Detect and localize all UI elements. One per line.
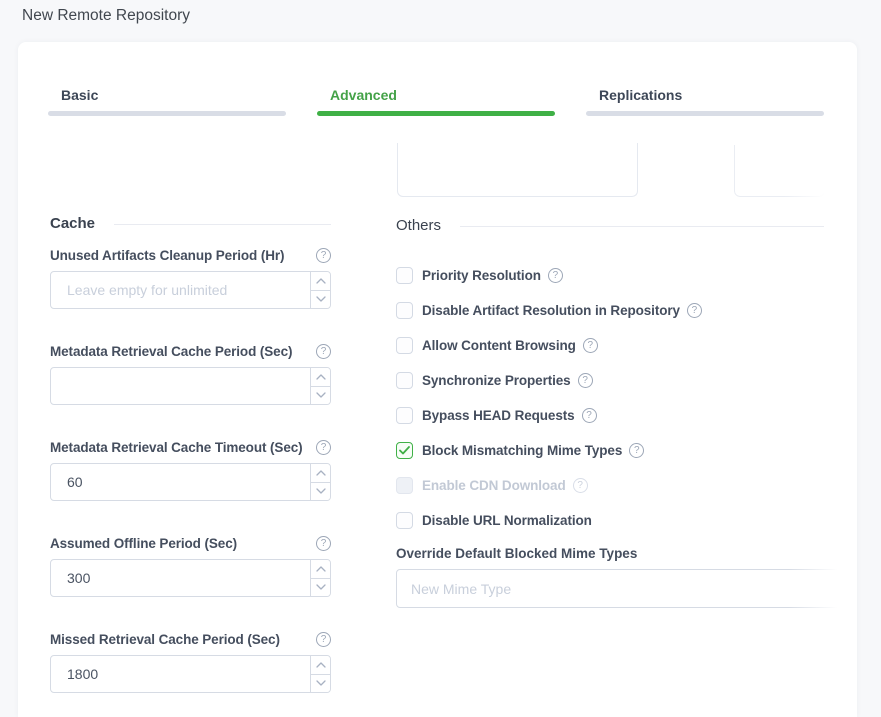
help-icon[interactable]: ? — [687, 303, 702, 318]
others-section-header: Others — [396, 216, 824, 234]
scrolled-field-partial-left[interactable] — [397, 143, 638, 197]
chevron-up-icon[interactable] — [311, 368, 330, 387]
help-icon[interactable]: ? — [316, 536, 331, 551]
override-mime-types-label: Override Default Blocked Mime Types — [396, 546, 824, 564]
others-section-divider — [460, 226, 824, 227]
repository-form-card: Basic Advanced Replications Cache Unused… — [18, 42, 857, 717]
tab-advanced-underline — [317, 111, 555, 116]
number-stepper — [310, 464, 330, 500]
tab-replications-underline — [586, 111, 824, 116]
field-label: Metadata Retrieval Cache Timeout (Sec) — [50, 440, 303, 455]
checkbox-label: Allow Content Browsing — [422, 338, 576, 353]
number-stepper — [310, 272, 330, 308]
help-icon[interactable]: ? — [316, 632, 331, 647]
cache-section-title: Cache — [50, 215, 95, 232]
missed-retrieval-cache-period-input[interactable] — [51, 656, 310, 692]
checkbox-box — [396, 372, 413, 389]
help-icon[interactable]: ? — [583, 338, 598, 353]
checkbox-label: Block Mismatching Mime Types — [422, 443, 622, 458]
number-stepper — [310, 368, 330, 404]
field-assumed-offline-period: Assumed Offline Period (Sec) ? — [50, 534, 331, 597]
checkbox-disable-url-normalization[interactable]: Disable URL Normalization ? — [396, 511, 824, 529]
chevron-down-icon[interactable] — [311, 387, 330, 405]
checkbox-label: Disable Artifact Resolution in Repositor… — [422, 303, 680, 318]
metadata-cache-timeout-input[interactable] — [51, 464, 310, 500]
checkbox-bypass-head-requests[interactable]: Bypass HEAD Requests ? — [396, 406, 824, 424]
chevron-down-icon[interactable] — [311, 483, 330, 501]
chevron-down-icon[interactable] — [311, 579, 330, 597]
new-mime-type-input[interactable] — [396, 569, 842, 608]
metadata-cache-period-input[interactable] — [51, 368, 310, 404]
cache-section: Cache Unused Artifacts Cleanup Period (H… — [50, 214, 331, 717]
chevron-down-icon[interactable] — [311, 675, 330, 693]
checkbox-enable-cdn-download[interactable]: Enable CDN Download ? — [396, 476, 824, 494]
tab-basic-label: Basic — [48, 86, 286, 104]
checkbox-box — [396, 267, 413, 284]
chevron-up-icon[interactable] — [311, 656, 330, 675]
chevron-up-icon[interactable] — [311, 272, 330, 291]
unused-artifacts-cleanup-input[interactable] — [51, 272, 310, 308]
checkbox-box — [396, 442, 413, 459]
checkmark-icon — [399, 446, 410, 455]
override-mime-types-field — [396, 569, 842, 608]
tab-replications-label: Replications — [586, 86, 824, 104]
checkbox-label: Bypass HEAD Requests — [422, 408, 575, 423]
checkbox-label: Priority Resolution — [422, 268, 541, 283]
checkbox-synchronize-properties[interactable]: Synchronize Properties ? — [396, 371, 824, 389]
field-metadata-cache-period: Metadata Retrieval Cache Period (Sec) ? — [50, 342, 331, 405]
help-icon[interactable]: ? — [316, 344, 331, 359]
field-label: Metadata Retrieval Cache Period (Sec) — [50, 344, 292, 359]
others-section-title: Others — [396, 217, 441, 234]
number-stepper — [310, 656, 330, 692]
checkbox-box — [396, 477, 413, 494]
others-section: Others Priority Resolution ? Disable Art… — [396, 216, 824, 608]
checkbox-box — [396, 512, 413, 529]
checkbox-allow-content-browsing[interactable]: Allow Content Browsing ? — [396, 336, 824, 354]
checkbox-block-mismatching-mime-types[interactable]: Block Mismatching Mime Types ? — [396, 441, 824, 459]
checkbox-label: Disable URL Normalization — [422, 513, 592, 528]
field-label: Missed Retrieval Cache Period (Sec) — [50, 632, 280, 647]
chevron-up-icon[interactable] — [311, 560, 330, 579]
tab-basic[interactable]: Basic — [48, 86, 286, 116]
field-unused-artifacts-cleanup: Unused Artifacts Cleanup Period (Hr) ? — [50, 246, 331, 309]
checkbox-label: Enable CDN Download — [422, 478, 566, 493]
help-icon[interactable]: ? — [316, 440, 331, 455]
tab-advanced-label: Advanced — [317, 86, 555, 104]
chevron-up-icon[interactable] — [311, 464, 330, 483]
help-icon[interactable]: ? — [578, 373, 593, 388]
cache-section-divider — [114, 224, 331, 225]
tab-advanced[interactable]: Advanced — [317, 86, 555, 116]
number-stepper — [310, 560, 330, 596]
cache-section-header: Cache — [50, 214, 331, 232]
field-label: Unused Artifacts Cleanup Period (Hr) — [50, 248, 284, 263]
field-label: Assumed Offline Period (Sec) — [50, 536, 237, 551]
checkbox-disable-artifact-resolution[interactable]: Disable Artifact Resolution in Repositor… — [396, 301, 824, 319]
page-title: New Remote Repository — [22, 7, 190, 25]
help-icon[interactable]: ? — [573, 478, 588, 493]
tab-replications[interactable]: Replications — [586, 86, 824, 116]
field-metadata-cache-timeout: Metadata Retrieval Cache Timeout (Sec) ? — [50, 438, 331, 501]
chevron-down-icon[interactable] — [311, 291, 330, 309]
checkbox-box — [396, 337, 413, 354]
checkbox-label: Synchronize Properties — [422, 373, 571, 388]
tab-basic-underline — [48, 111, 286, 116]
help-icon[interactable]: ? — [316, 248, 331, 263]
tab-bar: Basic Advanced Replications — [48, 86, 824, 116]
scrolled-field-partial-right[interactable] — [734, 145, 825, 197]
checkbox-box — [396, 407, 413, 424]
help-icon[interactable]: ? — [582, 408, 597, 423]
assumed-offline-period-input[interactable] — [51, 560, 310, 596]
help-icon[interactable]: ? — [548, 268, 563, 283]
checkbox-priority-resolution[interactable]: Priority Resolution ? — [396, 266, 824, 284]
field-missed-retrieval-cache-period: Missed Retrieval Cache Period (Sec) ? — [50, 630, 331, 693]
checkbox-box — [396, 302, 413, 319]
help-icon[interactable]: ? — [629, 443, 644, 458]
